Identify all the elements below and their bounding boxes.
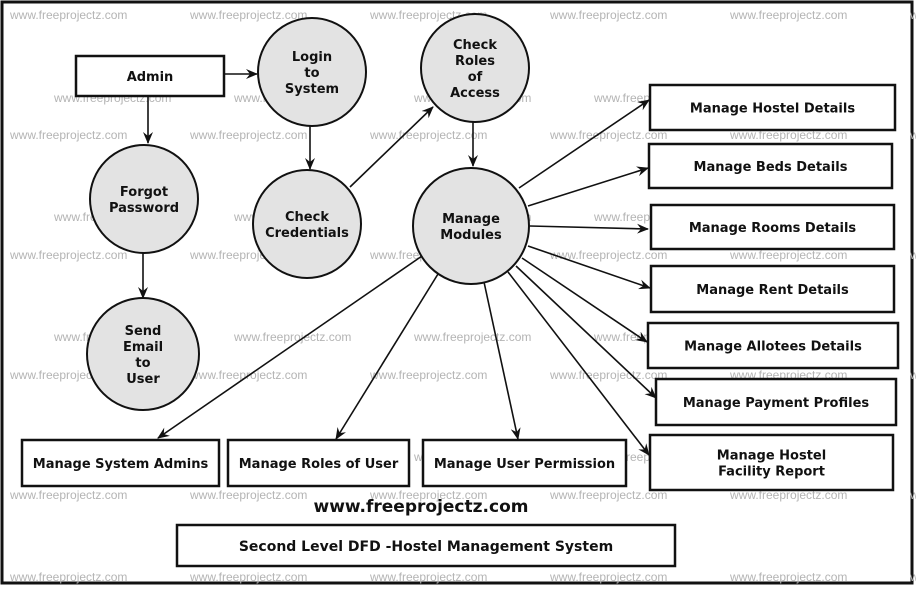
watermark-text: www.freeprojectz.com — [369, 570, 487, 584]
watermark-text: www.freeprojectz.com — [909, 248, 916, 262]
entity-beds-label: Manage Beds Details — [694, 160, 848, 175]
entity-admin-label: Admin — [127, 70, 174, 85]
process-login-label: Login — [292, 50, 332, 65]
process-checkroles-label: Check — [453, 38, 497, 53]
watermark-text: www.freeprojectz.com — [189, 128, 307, 142]
watermark-text: www.freeprojectz.com — [233, 330, 351, 344]
entity-payment[interactable]: Manage Payment Profiles — [654, 377, 898, 427]
entity-rent-label: Manage Rent Details — [696, 283, 849, 298]
entity-hostel-label: Manage Hostel Details — [690, 102, 855, 117]
flow-arrow-modules-to-facility — [507, 271, 650, 456]
watermark-text: www.freeprojectz.com — [729, 570, 847, 584]
process-login[interactable]: LogintoSystem — [257, 17, 367, 127]
process-checkcred-label: Check — [285, 210, 329, 225]
watermark-text: www.freeprojectz.com — [909, 488, 916, 502]
entity-allotees[interactable]: Manage Allotees Details — [646, 321, 900, 370]
entity-rooms-label: Manage Rooms Details — [689, 221, 857, 236]
flow-arrow-checkcred-to-checkroles — [349, 106, 434, 188]
process-checkroles-label: Roles — [455, 54, 495, 69]
entity-permission-label: Manage User Permission — [434, 457, 615, 472]
entity-rooms[interactable]: Manage Rooms Details — [649, 203, 896, 251]
website-label: www.freeprojectz.com — [314, 497, 529, 517]
dfd-diagram: www.freeprojectz.com www.freeprojectz.com… — [0, 0, 916, 585]
watermark-text: www.freeprojectz.com — [549, 570, 667, 584]
watermark-text: www.freeprojectz.com — [9, 570, 127, 584]
watermark-text: www.freeprojectz.com — [189, 570, 307, 584]
watermark-text: www.freeprojectz.com — [369, 368, 487, 382]
watermark-text: www.freeprojectz.com — [9, 248, 127, 262]
diagram-title: Second Level DFD -Hostel Management Syst… — [239, 539, 613, 555]
process-checkcred[interactable]: CheckCredentials — [252, 169, 362, 279]
flow-arrow-modules-to-hostel — [518, 99, 650, 189]
process-checkroles-label: Access — [450, 86, 500, 101]
watermark-text: www.freeprojectz.com — [9, 128, 127, 142]
watermark-text: www.freeprojectz.com — [549, 368, 667, 382]
entity-facility[interactable]: Manage HostelFacility Report — [648, 433, 895, 492]
watermark-text: www.freeprojectz.com — [189, 488, 307, 502]
entity-sysadmins-label: Manage System Admins — [33, 457, 209, 472]
entity-facility-label: Manage Hostel — [717, 449, 826, 464]
entity-roles-label: Manage Roles of User — [239, 457, 399, 472]
process-modules-label: Manage — [442, 212, 500, 227]
entity-rent[interactable]: Manage Rent Details — [649, 264, 896, 314]
flow-arrow-modules-to-allotees — [521, 257, 648, 343]
flow-arrow-modules-to-rooms — [529, 223, 649, 234]
process-login-label: System — [285, 82, 339, 97]
entity-hostel[interactable]: Manage Hostel Details — [648, 83, 897, 132]
process-checkroles-label: of — [468, 70, 483, 85]
watermark-text: www.freeprojectz.com — [909, 570, 916, 584]
process-forgot-label: Password — [109, 201, 179, 216]
process-email[interactable]: SendEmailtoUser — [86, 297, 200, 411]
flow-arrow-modules-to-permission — [483, 281, 521, 440]
entity-roles[interactable]: Manage Roles of User — [226, 438, 411, 488]
entity-allotees-label: Manage Allotees Details — [684, 340, 862, 355]
process-forgot[interactable]: ForgotPassword — [89, 144, 199, 254]
entity-admin[interactable]: Admin — [74, 54, 226, 98]
watermark-text: www.freeprojectz.com — [9, 8, 127, 22]
watermark-text: www.freeprojectz.com — [729, 8, 847, 22]
entity-sysadmins[interactable]: Manage System Admins — [20, 438, 221, 488]
process-modules[interactable]: ManageModules — [412, 167, 530, 285]
process-checkroles[interactable]: CheckRolesofAccess — [420, 13, 530, 123]
process-email-label: Email — [123, 340, 163, 355]
process-modules-label: Modules — [440, 228, 502, 243]
process-email-label: Send — [125, 324, 162, 339]
watermark-text: www.freeprojectz.com — [189, 8, 307, 22]
dfd-canvas: www.freeprojectz.com www.freeprojectz.com… — [0, 0, 916, 587]
watermark-text: www.freeprojectz.com — [549, 8, 667, 22]
process-login-label: to — [304, 66, 319, 81]
process-forgot-label: Forgot — [120, 185, 168, 200]
watermark-text: www.freeprojectz.com — [369, 128, 487, 142]
flow-arrow-modules-to-roles — [335, 273, 439, 440]
entity-facility-label: Facility Report — [718, 465, 825, 480]
watermark-text: www.freeprojectz.com — [413, 330, 531, 344]
process-email-label: to — [135, 356, 150, 371]
process-email-label: User — [126, 372, 160, 387]
watermark-text: www.freeprojectz.com — [909, 8, 916, 22]
watermark-text: www.freeprojectz.com — [909, 128, 916, 142]
entity-beds[interactable]: Manage Beds Details — [647, 142, 894, 190]
flow-arrow-modules-to-beds — [527, 166, 649, 207]
process-checkcred-label: Credentials — [265, 226, 349, 241]
watermark-text: www.freeprojectz.com — [9, 488, 127, 502]
watermark-text: www.freeprojectz.com — [909, 368, 916, 382]
entity-permission[interactable]: Manage User Permission — [421, 438, 628, 488]
entity-payment-label: Manage Payment Profiles — [683, 396, 870, 411]
